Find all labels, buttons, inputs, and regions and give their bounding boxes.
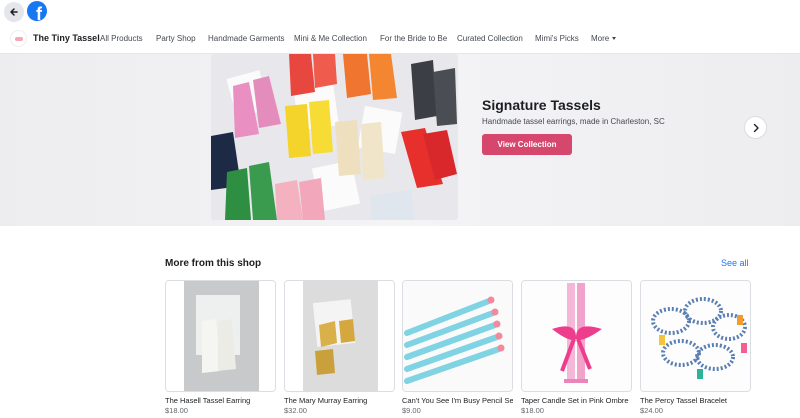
product-card[interactable]: The Hasell Tassel Earring $18.00 — [165, 280, 276, 415]
product-price: $18.00 — [165, 406, 188, 415]
hero-subtitle: Handmade tassel earrings, made in Charle… — [482, 117, 665, 126]
product-image[interactable] — [284, 280, 395, 392]
product-card[interactable]: Can't You See I'm Busy Pencil Set $9.00 — [402, 280, 513, 415]
nav-party-shop[interactable]: Party Shop — [156, 34, 196, 43]
product-name[interactable]: The Hasell Tassel Earring — [165, 396, 276, 405]
product-name[interactable]: The Percy Tassel Bracelet — [640, 396, 751, 405]
hero-next-button[interactable] — [744, 116, 767, 139]
product-price: $24.00 — [640, 406, 663, 415]
hero-title: Signature Tassels — [482, 97, 601, 113]
hero-image[interactable] — [211, 54, 458, 220]
nav-mini-me-collection[interactable]: Mini & Me Collection — [294, 34, 367, 43]
shop-nav: The Tiny Tassel All Products Party Shop … — [0, 24, 800, 54]
nav-curated-collection[interactable]: Curated Collection — [457, 34, 523, 43]
more-from-shop-heading: More from this shop — [165, 258, 262, 269]
back-button[interactable] — [4, 2, 24, 22]
see-all-link[interactable]: See all — [721, 258, 749, 268]
product-card[interactable]: The Mary Murray Earring $32.00 — [284, 280, 395, 415]
product-name[interactable]: Taper Candle Set in Pink Ombre — [521, 396, 632, 405]
nav-more-label: More — [591, 34, 610, 43]
product-name[interactable]: The Mary Murray Earring — [284, 396, 395, 405]
product-price: $32.00 — [284, 406, 307, 415]
product-price: $18.00 — [521, 406, 544, 415]
product-image[interactable] — [521, 280, 632, 392]
product-name[interactable]: Can't You See I'm Busy Pencil Set — [402, 396, 513, 405]
chevron-right-icon — [753, 123, 759, 132]
product-card[interactable]: The Percy Tassel Bracelet $24.00 — [640, 280, 751, 415]
nav-all-products[interactable]: All Products — [100, 34, 143, 43]
product-image[interactable] — [165, 280, 276, 392]
product-price: $9.00 — [402, 406, 421, 415]
shop-name[interactable]: The Tiny Tassel — [33, 33, 100, 43]
nav-mimis-picks[interactable]: Mimi's Picks — [535, 34, 579, 43]
browser-topbar: f — [0, 0, 800, 24]
product-image[interactable] — [640, 280, 751, 392]
logo-letter: f — [36, 4, 42, 21]
nav-more-dropdown[interactable]: More — [591, 34, 617, 43]
arrow-left-icon — [10, 8, 18, 16]
product-image[interactable] — [402, 280, 513, 392]
view-collection-button[interactable]: View Collection — [482, 134, 572, 155]
facebook-logo-icon[interactable]: f — [27, 1, 47, 21]
product-card[interactable]: Taper Candle Set in Pink Ombre $18.00 — [521, 280, 632, 415]
nav-handmade-garments[interactable]: Handmade Garments — [208, 34, 284, 43]
shop-logo[interactable] — [10, 30, 27, 47]
caret-down-icon — [612, 37, 617, 41]
nav-bride-to-be[interactable]: For the Bride to Be — [380, 34, 447, 43]
